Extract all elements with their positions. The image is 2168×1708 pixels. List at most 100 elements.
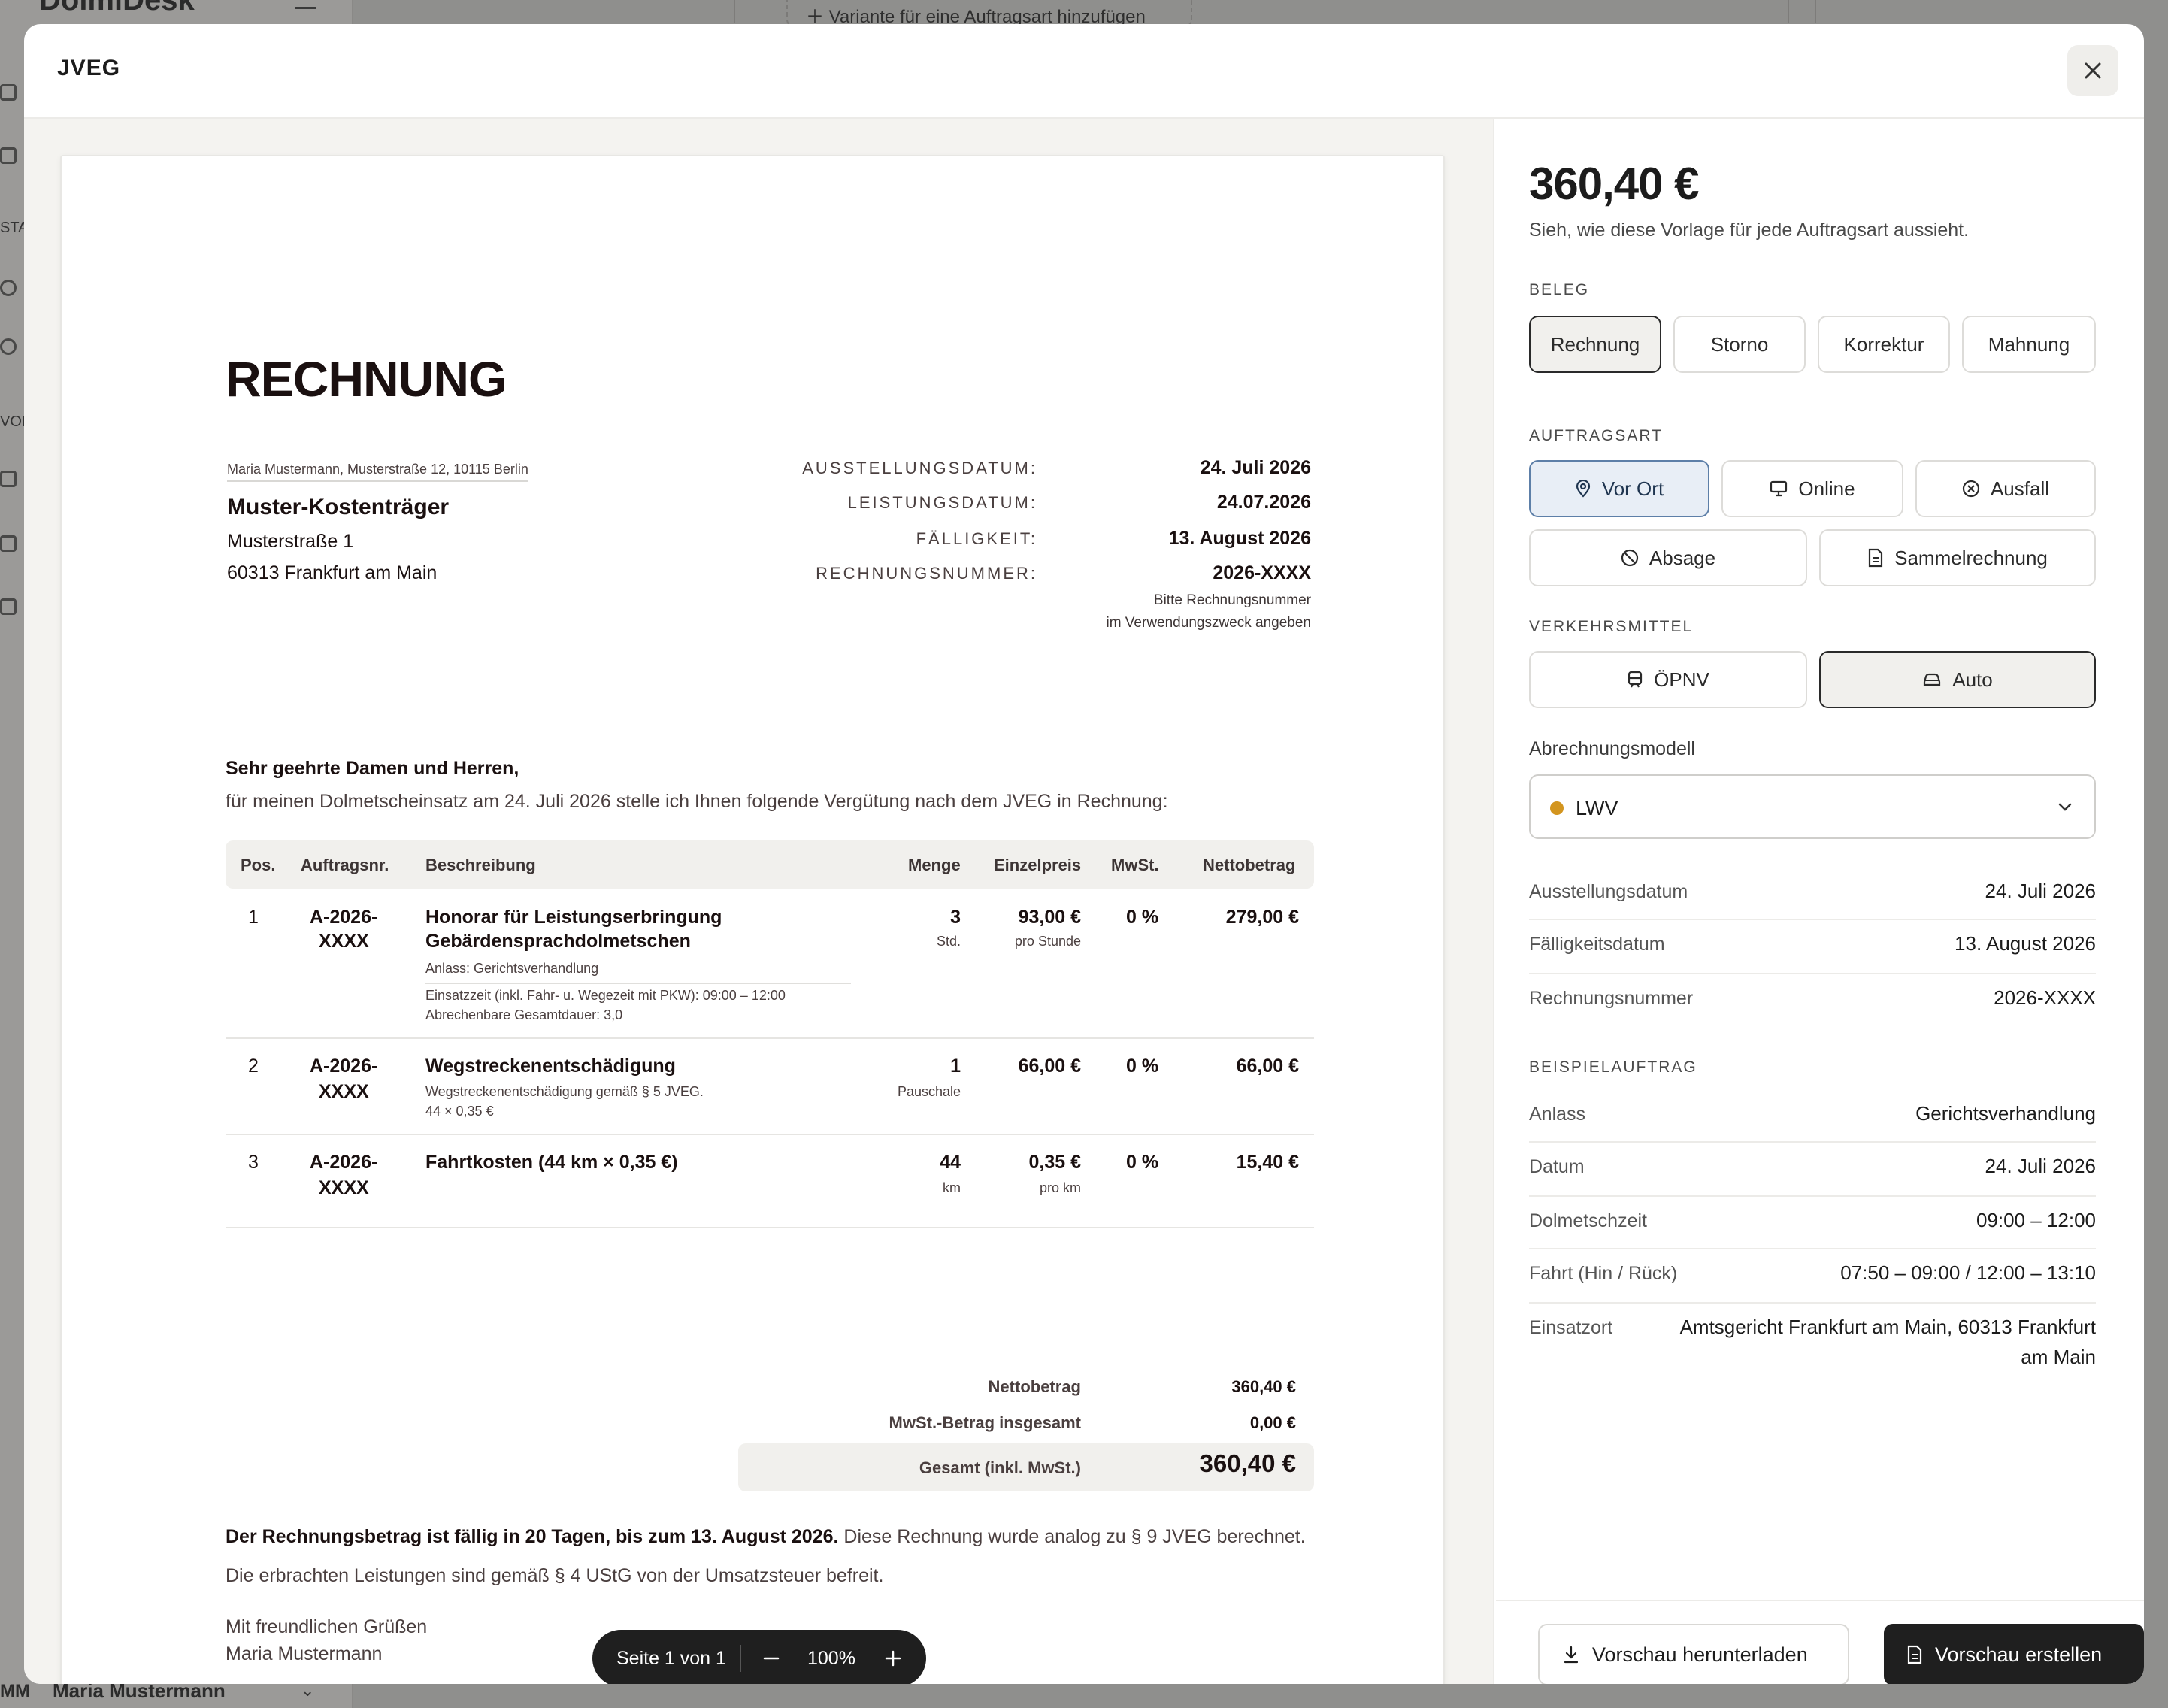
example-key: Anlass: [1529, 1104, 1586, 1125]
row-desc: Fahrtkosten (44 km × 0,35 €): [425, 1152, 678, 1173]
zoom-out-button[interactable]: [756, 1640, 786, 1676]
chevron-down-icon: [2058, 803, 2072, 811]
detail-row: Rechnungsnummer 2026-XXXX: [1529, 974, 2096, 1028]
example-row: Einsatzort Amtsgericht Frankfurt am Main…: [1529, 1304, 2096, 1379]
invoice-title: RECHNUNG: [226, 351, 507, 407]
row-price: 0,35 €: [1028, 1152, 1081, 1173]
row-net: 15,40 €: [1236, 1152, 1299, 1173]
col-pos: Pos.: [241, 856, 276, 874]
beleg-option-mahnung[interactable]: Mahnung: [1962, 316, 2096, 373]
list-icon: [0, 84, 17, 101]
sender-line: Maria Mustermann, Musterstraße 12, 10115…: [227, 462, 528, 482]
row-qty-unit: Std.: [936, 934, 961, 949]
minus-icon: [763, 1657, 780, 1660]
modal-header: JVEG: [24, 24, 2144, 119]
create-preview-button[interactable]: Vorschau erstellen: [1884, 1624, 2144, 1684]
row-desc: Wegstreckenentschädigung: [425, 1055, 676, 1077]
example-value: Amtsgericht Frankfurt am Main, 60313 Fra…: [1679, 1316, 2096, 1338]
auftragsart-option-vor-ort[interactable]: Vor Ort: [1529, 460, 1709, 517]
row-qty: 3: [950, 907, 961, 928]
verkehr-option-auto[interactable]: Auto: [1819, 651, 2096, 708]
x-circle-icon: [1962, 480, 1980, 498]
chip-label: Online: [1798, 477, 1855, 500]
monitor-icon: [1770, 480, 1788, 497]
zoom-in-button[interactable]: [878, 1640, 908, 1676]
example-row: Datum 24. Juli 2026: [1529, 1143, 2096, 1197]
row-net: 66,00 €: [1236, 1055, 1299, 1077]
recipient-name: Muster-Kostenträger: [227, 495, 450, 519]
menu-icon: [295, 0, 316, 9]
row-desc: Gebärdensprachdolmetschen: [425, 931, 691, 952]
abrechnungsmodell-select[interactable]: LWV: [1529, 774, 2096, 839]
tax-note: Die erbrachten Leistungen sind gemäß § 4…: [226, 1565, 884, 1586]
example-row: Dolmetschzeit 09:00 – 12:00: [1529, 1197, 2096, 1249]
chip-label: Korrektur: [1843, 332, 1924, 356]
example-value: am Main: [2021, 1346, 2096, 1368]
panel-subtitle: Sieh, wie diese Vorlage für jede Auftrag…: [1529, 220, 1970, 241]
download-preview-button[interactable]: Vorschau herunterladen: [1538, 1624, 1849, 1684]
grand-total-label: Gesamt (inkl. MwSt.): [919, 1458, 1081, 1477]
create-preview-label: Vorschau erstellen: [1935, 1643, 2103, 1666]
beleg-option-storno[interactable]: Storno: [1673, 316, 1806, 373]
detail-key: Rechnungsnummer: [1529, 988, 1694, 1009]
preview-modal: JVEG RECHNUNG Maria Mustermann, Musterst…: [24, 24, 2144, 1684]
download-icon: [1564, 1646, 1579, 1664]
beleg-option-rechnung[interactable]: Rechnung: [1529, 316, 1661, 373]
auftragsart-option-ausfall[interactable]: Ausfall: [1915, 460, 2096, 517]
example-key: Dolmetschzeit: [1529, 1210, 1647, 1231]
add-variant-button: ＋ Variante für eine Auftragsart hinzufüg…: [786, 0, 1192, 27]
meta-value: 24. Juli 2026: [1200, 457, 1311, 478]
beleg-option-korrektur[interactable]: Korrektur: [1818, 316, 1950, 373]
due-text-rest: Diese Rechnung wurde analog zu § 9 JVEG …: [838, 1526, 1306, 1547]
auftragsart-option-sammelrechnung[interactable]: Sammelrechnung: [1819, 529, 2096, 586]
meta-label: FÄLLIGKEIT:: [916, 529, 1037, 548]
example-row: Fahrt (Hin / Rück) 07:50 – 09:00 / 12:00…: [1529, 1249, 2096, 1304]
auftragsart-option-online[interactable]: Online: [1721, 460, 1903, 517]
row-qty-unit: km: [943, 1180, 961, 1195]
row-price-unit: pro km: [1039, 1180, 1081, 1195]
row-order: A-2026-: [310, 1055, 378, 1077]
example-key: Einsatzort: [1529, 1317, 1613, 1338]
row-desc: Honorar für Leistungserbringung: [425, 907, 722, 928]
ban-icon: [1621, 549, 1639, 567]
meta-note: Bitte Rechnungsnummer: [1153, 592, 1311, 608]
detail-row: Ausstellungsdatum 24. Juli 2026: [1529, 866, 2096, 920]
meta-value: 2026-XXXX: [1213, 562, 1311, 583]
row-note: Wegstreckenentschädigung gemäß § 5 JVEG.: [425, 1084, 704, 1099]
divider: [740, 1645, 741, 1672]
col-qty: Menge: [908, 856, 961, 874]
row-pos: 1: [248, 907, 259, 928]
invoice-preview-pane[interactable]: RECHNUNG Maria Mustermann, Musterstraße …: [24, 119, 1494, 1684]
due-text: Der Rechnungsbetrag ist fällig in 20 Tag…: [226, 1526, 1306, 1548]
meta-value: 13. August 2026: [1168, 528, 1311, 549]
row-qty: 44: [940, 1152, 961, 1173]
detail-key: Fälligkeitsdatum: [1529, 934, 1665, 955]
beispielauftrag-label: BEISPIELAUFTRAG: [1529, 1058, 1697, 1076]
row-pos: 2: [248, 1055, 259, 1077]
row-note: Anlass: Gerichtsverhandlung: [425, 961, 851, 984]
closing: Mit freundlichen Grüßen: [226, 1616, 428, 1637]
row-qty: 1: [950, 1055, 961, 1077]
row-vat: 0 %: [1126, 1055, 1159, 1077]
row-order: XXXX: [319, 1177, 369, 1198]
chip-label: Auto: [1952, 668, 1993, 691]
due-text-bold: Der Rechnungsbetrag ist fällig in 20 Tag…: [226, 1526, 839, 1547]
example-value: Gerichtsverhandlung: [1915, 1102, 2096, 1125]
meta-label: LEISTUNGSDATUM:: [847, 493, 1037, 512]
row-order: A-2026-: [310, 907, 378, 928]
zoom-toolbar: Seite 1 von 1 100%: [592, 1630, 926, 1684]
row-price-unit: pro Stunde: [1014, 934, 1081, 949]
modal-title: JVEG: [57, 56, 121, 80]
download-preview-label: Vorschau herunterladen: [1592, 1643, 1808, 1666]
verkehr-option-oepnv[interactable]: ÖPNV: [1529, 651, 1807, 708]
row-qty-unit: Pauschale: [897, 1084, 961, 1099]
close-button[interactable]: [2067, 45, 2118, 96]
row-note: Einsatzzeit (inkl. Fahr- u. Wegezeit mit…: [425, 988, 786, 1003]
row-note: 44 × 0,35 €: [425, 1104, 494, 1119]
auftragsart-option-absage[interactable]: Absage: [1529, 529, 1807, 586]
table-row: 2 A-2026- XXXX Wegstreckenentschädigung …: [226, 1039, 1314, 1135]
row-price: 66,00 €: [1018, 1055, 1081, 1077]
settings-panel: 360,40 € Sieh, wie diese Vorlage für jed…: [1496, 119, 2144, 1684]
example-value: 24. Juli 2026: [1985, 1155, 2096, 1177]
net-total-value: 360,40 €: [1231, 1377, 1296, 1396]
